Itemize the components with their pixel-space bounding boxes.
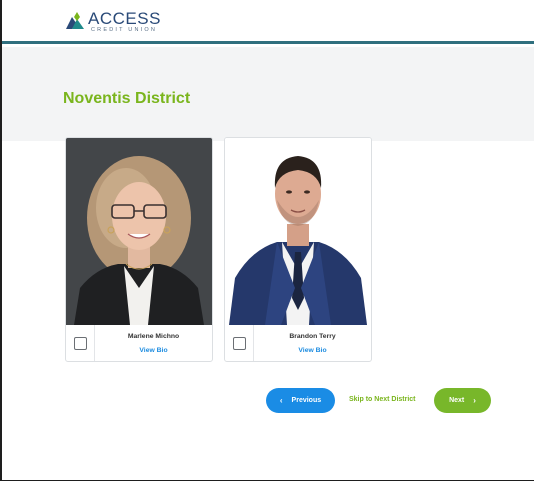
logo-subtitle: CREDIT UNION <box>91 27 158 33</box>
candidate-portrait-image <box>66 138 212 325</box>
candidate-card-footer: Brandon Terry View Bio <box>225 325 371 361</box>
logo-text: ACCESS CREDIT UNION <box>88 10 161 34</box>
next-button-label: Next <box>449 397 465 404</box>
candidate-portrait-image <box>225 138 371 325</box>
chevron-left-icon: ‹ <box>279 396 283 405</box>
candidate-card: Brandon Terry View Bio <box>224 137 372 362</box>
district-title: Noventis District <box>63 90 191 107</box>
access-logo[interactable]: ACCESS CREDIT UNION <box>64 10 161 36</box>
select-column <box>66 325 95 361</box>
logo-word: ACCESS <box>88 9 161 28</box>
view-bio-link[interactable]: View Bio <box>254 347 371 354</box>
site-header: ACCESS CREDIT UNION <box>2 0 534 44</box>
skip-to-next-district-link[interactable]: Skip to Next District <box>349 396 416 403</box>
candidate-photo <box>66 138 212 325</box>
select-column <box>225 325 254 361</box>
candidate-card: Marlene Michno View Bio <box>65 137 213 362</box>
previous-button[interactable]: ‹ Previous <box>266 388 335 413</box>
next-button[interactable]: Next › <box>434 388 491 413</box>
logo-mark-icon <box>66 12 84 29</box>
candidate-select-checkbox[interactable] <box>233 337 246 350</box>
candidate-name: Marlene Michno <box>127 333 180 340</box>
candidate-card-footer: Marlene Michno View Bio <box>66 325 212 361</box>
chevron-right-icon: › <box>473 396 476 405</box>
previous-button-label: Previous <box>291 397 322 404</box>
candidate-photo <box>225 138 371 325</box>
view-bio-link[interactable]: View Bio <box>95 347 212 354</box>
candidate-name: Brandon Terry <box>289 333 336 340</box>
candidate-select-checkbox[interactable] <box>74 337 87 350</box>
